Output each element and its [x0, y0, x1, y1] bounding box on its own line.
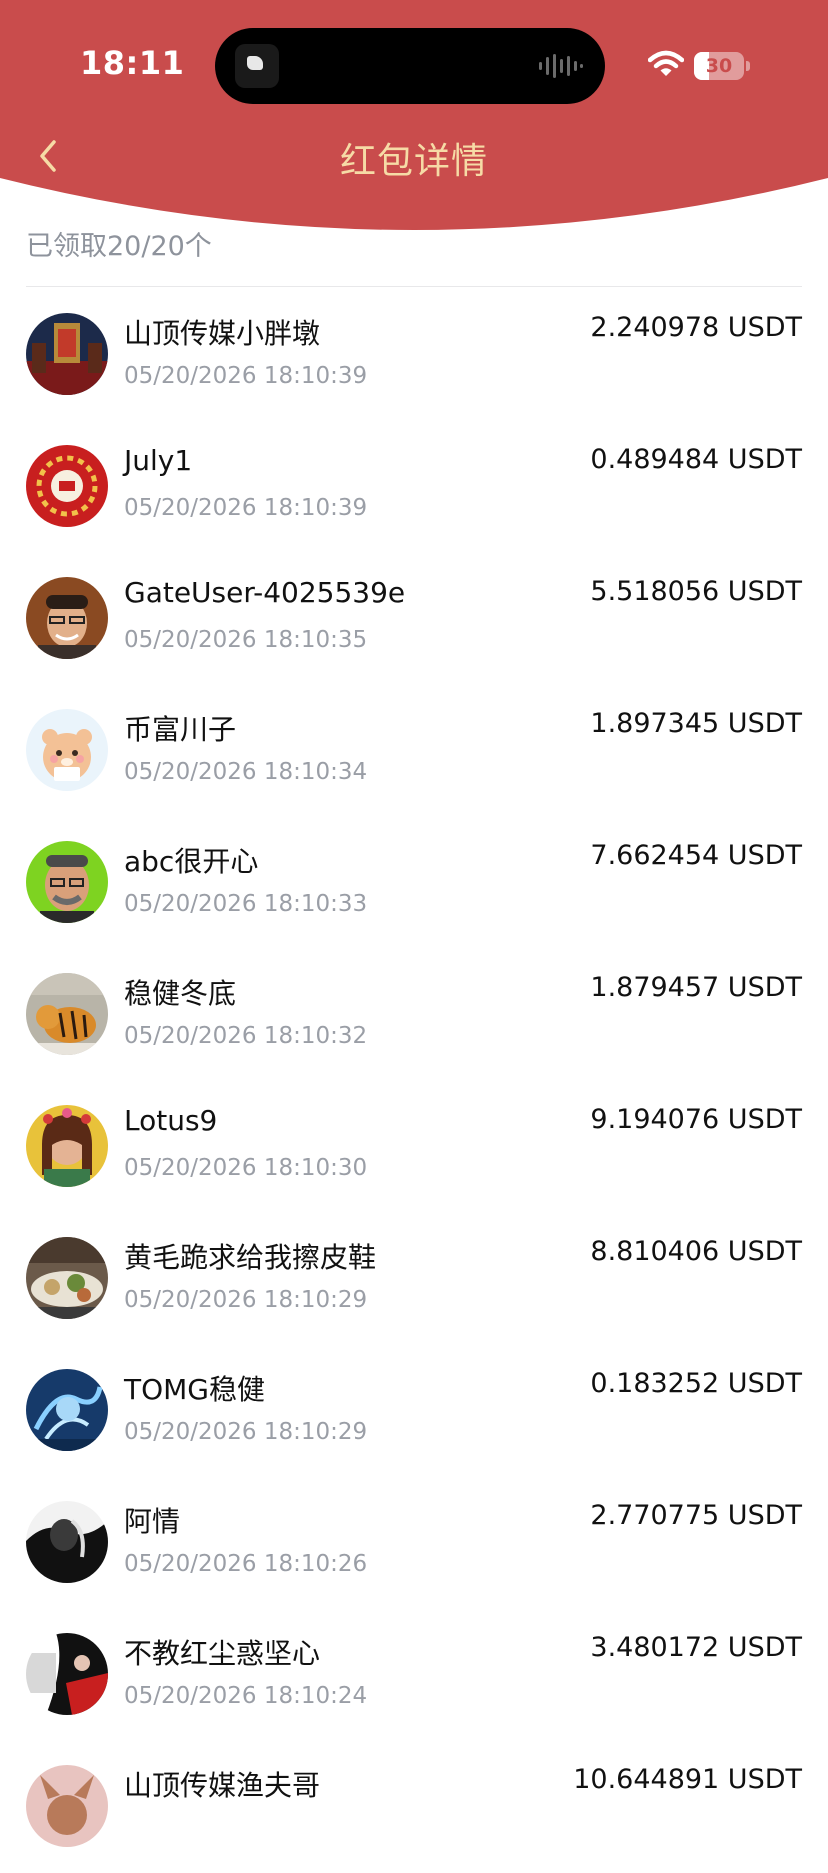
avatar[interactable]	[26, 445, 108, 527]
recipient-row[interactable]: 币富川子 05/20/2026 18:10:34 1.897345 USDT	[0, 685, 828, 817]
claim-time: 05/20/2026 18:10:26	[124, 1551, 368, 1577]
avatar-image	[26, 1237, 108, 1319]
claim-amount: 10.644891 USDT	[573, 1764, 802, 1795]
avatar[interactable]	[26, 1501, 108, 1583]
avatar-image	[26, 1105, 108, 1187]
avatar[interactable]	[26, 1369, 108, 1451]
avatar[interactable]	[26, 1633, 108, 1715]
avatar[interactable]	[26, 709, 108, 791]
claim-amount: 8.810406 USDT	[590, 1236, 802, 1267]
avatar[interactable]	[26, 973, 108, 1055]
claim-amount: 1.897345 USDT	[590, 708, 802, 739]
recipient-name: 阿情	[124, 1505, 181, 1538]
avatar[interactable]	[26, 1237, 108, 1319]
recipient-name: TOMG稳健	[124, 1373, 265, 1406]
recipient-name: 黄毛跪求给我擦皮鞋	[124, 1241, 377, 1274]
claim-time: 05/20/2026 18:10:34	[124, 759, 368, 785]
recipient-name: 稳健冬底	[124, 977, 237, 1010]
claim-time: 05/20/2026 18:10:39	[124, 363, 368, 389]
battery-icon: 30	[694, 52, 744, 80]
claim-time: 05/20/2026 18:10:39	[124, 495, 368, 521]
battery-level: 30	[705, 55, 733, 77]
recipient-name: abc很开心	[124, 845, 259, 878]
claim-amount: 9.194076 USDT	[590, 1104, 802, 1135]
claim-time: 05/20/2026 18:10:30	[124, 1155, 368, 1181]
avatar-image	[26, 709, 108, 791]
recipient-name: 山顶传媒渔夫哥	[124, 1769, 321, 1802]
claim-amount: 3.480172 USDT	[590, 1632, 802, 1663]
audio-waveform-icon	[539, 54, 583, 78]
recipient-name: July1	[124, 444, 193, 477]
recipient-row[interactable]: July1 05/20/2026 18:10:39 0.489484 USDT	[0, 421, 828, 553]
avatar-image	[26, 445, 108, 527]
divider	[26, 286, 802, 287]
avatar-image	[26, 1765, 108, 1847]
claim-time: 05/20/2026 18:10:24	[124, 1683, 368, 1709]
avatar[interactable]	[26, 841, 108, 923]
recipient-name: Lotus9	[124, 1104, 218, 1137]
claim-amount: 0.183252 USDT	[590, 1368, 802, 1399]
claimed-summary: 已领取20/20个	[26, 231, 212, 262]
recipient-row[interactable]: abc很开心 05/20/2026 18:10:33 7.662454 USDT	[0, 817, 828, 949]
avatar[interactable]	[26, 1765, 108, 1847]
battery-cap	[746, 61, 750, 71]
claim-amount: 7.662454 USDT	[590, 840, 802, 871]
claim-amount: 2.240978 USDT	[590, 312, 802, 343]
avatar-image	[26, 313, 108, 395]
recipient-row[interactable]: Lotus9 05/20/2026 18:10:30 9.194076 USDT	[0, 1081, 828, 1213]
recipient-row[interactable]: 稳健冬底 05/20/2026 18:10:32 1.879457 USDT	[0, 949, 828, 1081]
claim-time: 05/20/2026 18:10:35	[124, 627, 368, 653]
recipient-row[interactable]: 不教红尘惑坚心 05/20/2026 18:10:24 3.480172 USDT	[0, 1609, 828, 1741]
claim-time: 05/20/2026 18:10:32	[124, 1023, 368, 1049]
claim-amount: 5.518056 USDT	[590, 576, 802, 607]
dynamic-island	[215, 28, 605, 104]
avatar-image	[26, 841, 108, 923]
recipient-row[interactable]: 黄毛跪求给我擦皮鞋 05/20/2026 18:10:29 8.810406 USD…	[0, 1213, 828, 1345]
claim-time: 05/20/2026 18:10:29	[124, 1287, 368, 1313]
avatar-image	[26, 1501, 108, 1583]
avatar[interactable]	[26, 1105, 108, 1187]
claim-time: 05/20/2026 18:10:29	[124, 1419, 368, 1445]
avatar[interactable]	[26, 577, 108, 659]
recipient-row[interactable]: 阿情 05/20/2026 18:10:26 2.770775 USDT	[0, 1477, 828, 1609]
recipient-row[interactable]: 山顶传媒渔夫哥 10.644891 USDT	[0, 1741, 828, 1873]
status-bar-time: 18:11	[80, 44, 185, 82]
avatar-image	[26, 973, 108, 1055]
claim-time: 05/20/2026 18:10:33	[124, 891, 368, 917]
avatar-image	[26, 577, 108, 659]
claim-amount: 2.770775 USDT	[590, 1500, 802, 1531]
avatar[interactable]	[26, 313, 108, 395]
now-playing-thumbnail	[235, 44, 279, 88]
avatar-image	[26, 1633, 108, 1715]
recipient-row[interactable]: GateUser-4025539e 05/20/2026 18:10:35 5.51…	[0, 553, 828, 685]
recipient-name: 不教红尘惑坚心	[124, 1637, 321, 1670]
claim-amount: 0.489484 USDT	[590, 444, 802, 475]
recipient-name: 币富川子	[124, 713, 237, 746]
recipient-name: GateUser-4025539e	[124, 576, 406, 609]
recipient-list[interactable]: 山顶传媒小胖墩 05/20/2026 18:10:39 2.240978 USDT J…	[0, 289, 828, 1873]
recipient-name: 山顶传媒小胖墩	[124, 317, 321, 350]
avatar-image	[26, 1369, 108, 1451]
wifi-icon	[648, 50, 684, 76]
recipient-row[interactable]: TOMG稳健 05/20/2026 18:10:29 0.183252 USDT	[0, 1345, 828, 1477]
page-title: 红包详情	[339, 141, 488, 182]
recipient-row[interactable]: 山顶传媒小胖墩 05/20/2026 18:10:39 2.240978 USDT	[0, 289, 828, 421]
red-packet-header: 18:11 30 红包详情	[0, 0, 828, 240]
claim-amount: 1.879457 USDT	[590, 972, 802, 1003]
